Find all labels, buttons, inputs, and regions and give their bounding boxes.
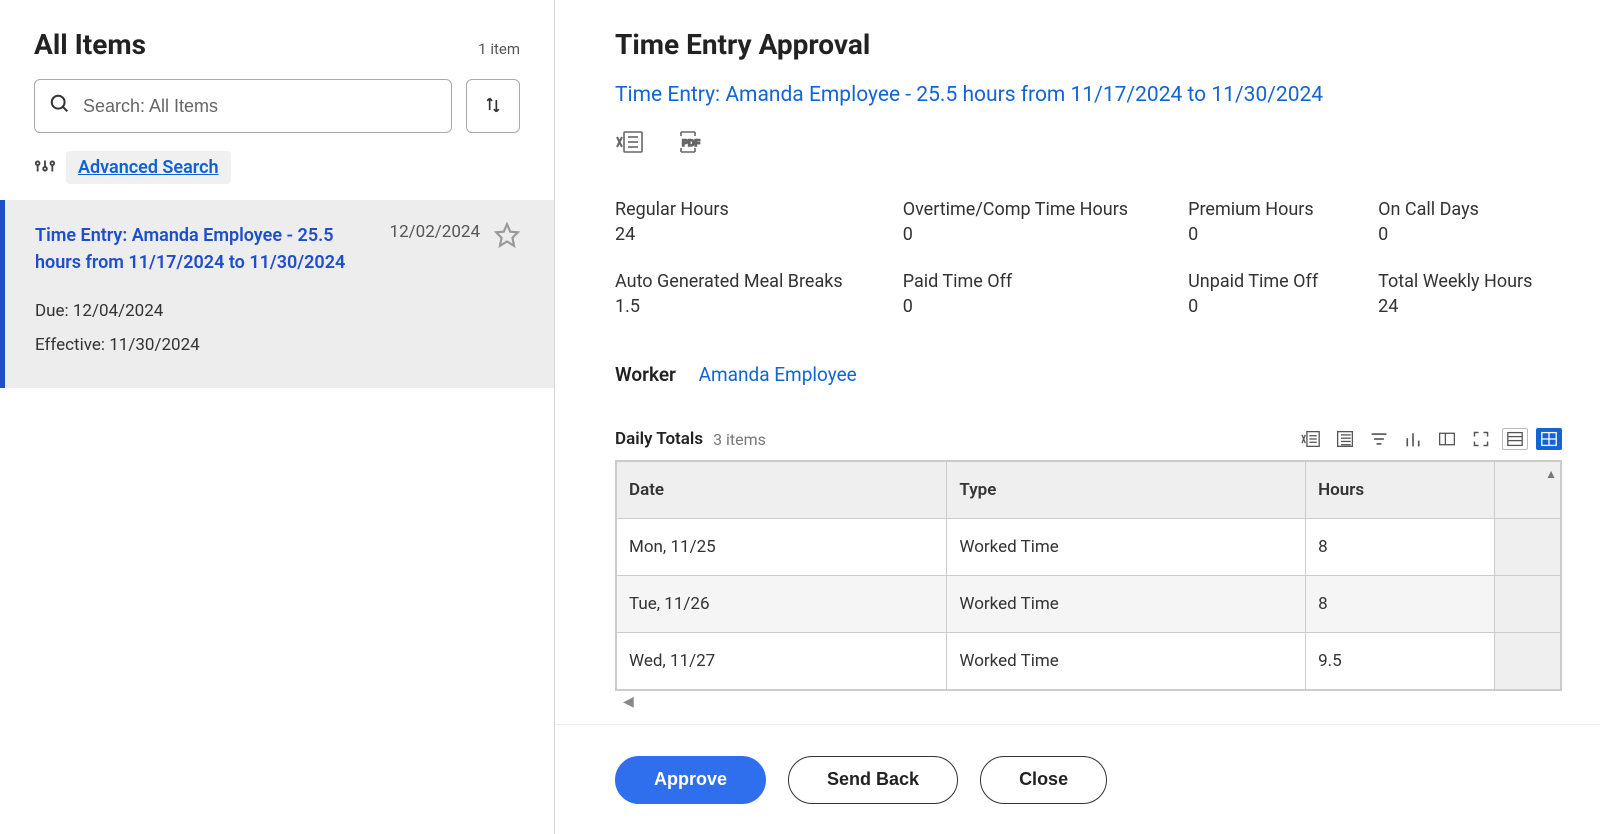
cell-hours: 9.5 bbox=[1306, 633, 1495, 690]
list-item[interactable]: Time Entry: Amanda Employee - 25.5 hours… bbox=[0, 200, 554, 388]
summary-value: 0 bbox=[903, 296, 1128, 317]
table-columns-icon[interactable] bbox=[1434, 428, 1460, 450]
summary-label: Paid Time Off bbox=[903, 271, 1128, 292]
scrollbar-gutter: ▲ bbox=[1494, 462, 1560, 519]
action-footer: Approve Send Back Close bbox=[555, 724, 1600, 834]
col-header-hours[interactable]: Hours bbox=[1306, 462, 1495, 519]
table-chart-icon[interactable] bbox=[1400, 428, 1426, 450]
summary-label: Premium Hours bbox=[1188, 199, 1318, 220]
summary-value: 0 bbox=[1188, 296, 1318, 317]
table-worksheet-icon[interactable] bbox=[1332, 428, 1358, 450]
worker-label: Worker bbox=[615, 363, 676, 386]
summary-label: On Call Days bbox=[1378, 199, 1532, 220]
search-input[interactable] bbox=[83, 96, 437, 117]
close-button[interactable]: Close bbox=[980, 756, 1107, 804]
summary-value: 0 bbox=[903, 224, 1128, 245]
list-item-title: Time Entry: Amanda Employee - 25.5 hours… bbox=[35, 222, 355, 276]
advanced-search-link[interactable]: Advanced Search bbox=[78, 157, 219, 178]
sidebar-item-count: 1 item bbox=[478, 40, 520, 58]
cell-type: Worked Time bbox=[947, 633, 1306, 690]
summary-label: Auto Generated Meal Breaks bbox=[615, 271, 843, 292]
sort-button[interactable] bbox=[466, 79, 520, 133]
summary-grid: Regular Hours 24 Overtime/Comp Time Hours… bbox=[615, 199, 1562, 317]
cell-type: Worked Time bbox=[947, 519, 1306, 576]
search-box[interactable] bbox=[34, 79, 452, 133]
cell-hours: 8 bbox=[1306, 576, 1495, 633]
table-toolbar bbox=[1298, 428, 1562, 450]
table-fullscreen-icon[interactable] bbox=[1468, 428, 1494, 450]
export-excel-icon[interactable] bbox=[615, 129, 645, 159]
summary-value: 24 bbox=[615, 224, 843, 245]
send-back-button[interactable]: Send Back bbox=[788, 756, 958, 804]
svg-text:PDF: PDF bbox=[682, 138, 701, 148]
summary-label: Regular Hours bbox=[615, 199, 843, 220]
cell-type: Worked Time bbox=[947, 576, 1306, 633]
approve-button[interactable]: Approve bbox=[615, 756, 766, 804]
horizontal-scroll-hint[interactable]: ◀ bbox=[615, 691, 1562, 713]
filter-icon[interactable] bbox=[34, 155, 56, 181]
daily-totals-count: 3 items bbox=[713, 430, 766, 449]
list-item-date: 12/02/2024 bbox=[390, 222, 480, 242]
page-title: Time Entry Approval bbox=[615, 28, 1562, 61]
worker-link[interactable]: Amanda Employee bbox=[699, 363, 857, 386]
table-row[interactable]: Wed, 11/27 Worked Time 9.5 bbox=[617, 633, 1561, 690]
table-view-grid-icon[interactable] bbox=[1536, 428, 1562, 450]
list-item-due: Due: 12/04/2024 bbox=[35, 294, 520, 328]
summary-value: 24 bbox=[1378, 296, 1532, 317]
sidebar: All Items 1 item Advanced Search bbox=[0, 0, 555, 834]
page-subtitle-link[interactable]: Time Entry: Amanda Employee - 25.5 hours… bbox=[615, 83, 1562, 107]
table-row[interactable]: Mon, 11/25 Worked Time 8 bbox=[617, 519, 1561, 576]
cell-date: Wed, 11/27 bbox=[617, 633, 947, 690]
col-header-type[interactable]: Type bbox=[947, 462, 1306, 519]
daily-totals-title: Daily Totals bbox=[615, 429, 703, 449]
daily-totals-table: Date Type Hours ▲ Mon, 11/25 Worked Time… bbox=[615, 460, 1562, 691]
list-item-effective: Effective: 11/30/2024 bbox=[35, 328, 520, 362]
sidebar-title: All Items bbox=[34, 28, 146, 61]
summary-value: 0 bbox=[1378, 224, 1532, 245]
summary-label: Total Weekly Hours bbox=[1378, 271, 1532, 292]
main-panel: Time Entry Approval Time Entry: Amanda E… bbox=[555, 0, 1600, 834]
export-pdf-icon[interactable]: PDF bbox=[675, 129, 705, 159]
summary-label: Unpaid Time Off bbox=[1188, 271, 1318, 292]
star-icon[interactable] bbox=[494, 222, 520, 252]
cell-date: Mon, 11/25 bbox=[617, 519, 947, 576]
summary-value: 1.5 bbox=[615, 296, 843, 317]
table-row[interactable]: Tue, 11/26 Worked Time 8 bbox=[617, 576, 1561, 633]
col-header-date[interactable]: Date bbox=[617, 462, 947, 519]
table-view-list-icon[interactable] bbox=[1502, 428, 1528, 450]
cell-date: Tue, 11/26 bbox=[617, 576, 947, 633]
search-icon bbox=[49, 93, 71, 119]
table-filter-icon[interactable] bbox=[1366, 428, 1392, 450]
cell-hours: 8 bbox=[1306, 519, 1495, 576]
sort-icon bbox=[483, 95, 503, 118]
table-export-excel-icon[interactable] bbox=[1298, 428, 1324, 450]
summary-value: 0 bbox=[1188, 224, 1318, 245]
summary-label: Overtime/Comp Time Hours bbox=[903, 199, 1128, 220]
